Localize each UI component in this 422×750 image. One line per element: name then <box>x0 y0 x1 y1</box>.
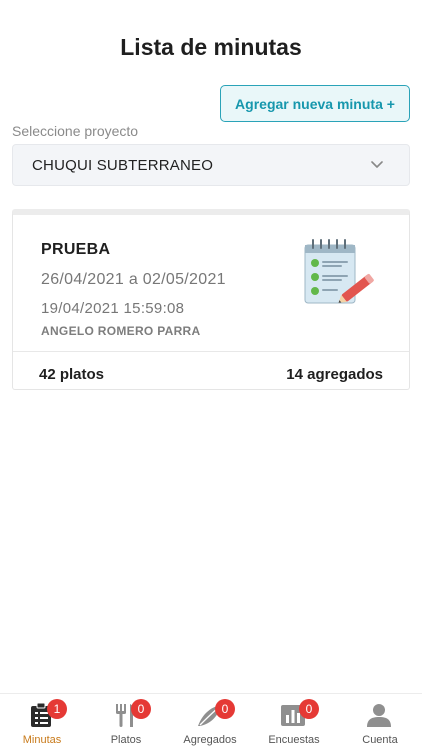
agregados-badge: 0 <box>215 699 235 719</box>
minuta-card[interactable]: PRUEBA 26/04/2021 a 02/05/2021 19/04/202… <box>12 209 410 390</box>
tab-agregados-label: Agregados <box>183 734 237 746</box>
tab-encuestas[interactable]: 0 Encuestas <box>252 694 336 750</box>
checklist-notepad-icon <box>304 239 374 304</box>
platos-badge: 0 <box>131 699 151 719</box>
minuta-author: ANGELO ROMERO PARRA <box>41 324 201 338</box>
tab-cuenta[interactable]: Cuenta <box>338 694 422 750</box>
project-select-value: CHUQUI SUBTERRANEO <box>32 156 214 174</box>
minuta-created-timestamp: 19/04/2021 15:59:08 <box>41 300 185 317</box>
minuta-name: PRUEBA <box>41 241 111 258</box>
tab-platos[interactable]: 0 Platos <box>84 694 168 750</box>
user-icon <box>367 704 391 727</box>
project-select-label: Seleccione proyecto <box>12 123 139 139</box>
add-minuta-button[interactable]: Agregar nueva minuta + <box>220 85 410 122</box>
tab-agregados[interactable]: 0 Agregados <box>168 694 252 750</box>
tab-encuestas-label: Encuestas <box>268 734 320 746</box>
tab-cuenta-label: Cuenta <box>362 734 398 746</box>
chevron-down-icon <box>371 161 383 168</box>
tab-minutas-label: Minutas <box>22 734 62 746</box>
project-select[interactable]: CHUQUI SUBTERRANEO <box>12 144 410 186</box>
minutas-badge: 1 <box>47 699 67 719</box>
tab-minutas[interactable]: 1 Minutas <box>0 694 84 750</box>
card-divider <box>13 351 409 352</box>
platos-count: 42 platos <box>39 366 105 383</box>
agregados-count: 14 agregados <box>286 366 383 383</box>
tab-platos-label: Platos <box>110 734 142 746</box>
minuta-date-range: 26/04/2021 a 02/05/2021 <box>41 271 226 288</box>
page-title: Lista de minutas <box>120 34 302 60</box>
encuestas-badge: 0 <box>299 699 319 719</box>
bottom-navigation: 1 Minutas 0 Platos 0 Agregados 0 Encuest… <box>0 693 422 750</box>
